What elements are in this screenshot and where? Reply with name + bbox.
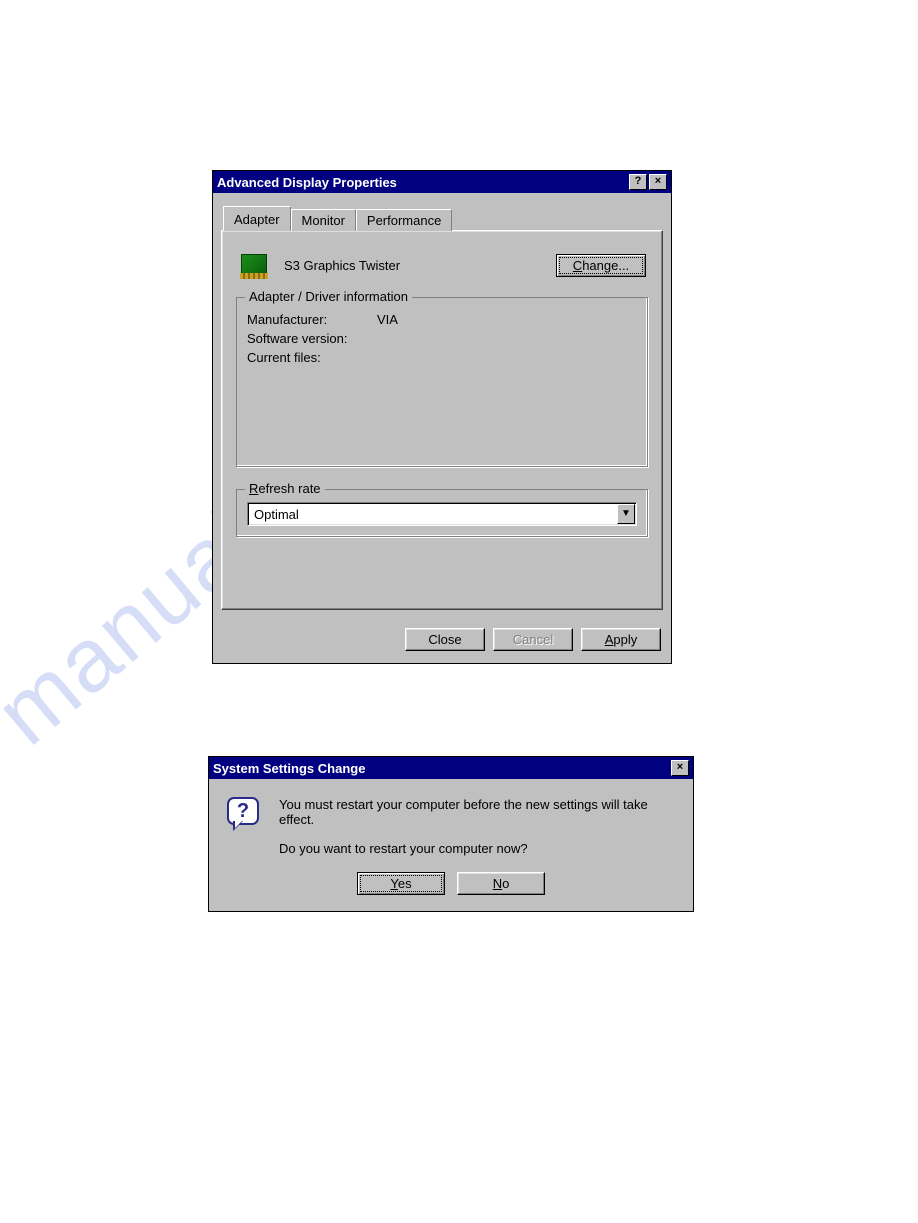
close-icon[interactable]: × (671, 760, 689, 776)
refresh-rate-legend: Refresh rate (245, 481, 325, 496)
adapter-name: S3 Graphics Twister (284, 258, 556, 273)
window-title: System Settings Change (213, 761, 365, 776)
group-legend: Adapter / Driver information (245, 289, 412, 304)
refresh-rate-combo[interactable]: Optimal ▼ (247, 502, 637, 526)
titlebar[interactable]: Advanced Display Properties ? × (213, 171, 671, 193)
advanced-display-properties-window: Advanced Display Properties ? × Adapter … (212, 170, 672, 664)
refresh-rate-value: Optimal (248, 507, 616, 522)
chevron-down-icon[interactable]: ▼ (617, 504, 635, 524)
message-action-bar: Yes No (209, 866, 693, 911)
system-settings-change-window: System Settings Change × ? You must rest… (208, 756, 694, 912)
no-button[interactable]: No (457, 872, 545, 895)
dialog-action-bar: Close Cancel Apply (213, 618, 671, 663)
titlebar[interactable]: System Settings Change × (209, 757, 693, 779)
tab-panel-adapter: S3 Graphics Twister Change... Adapter / … (221, 230, 663, 610)
message-line-1: You must restart your computer before th… (279, 797, 675, 827)
tab-adapter[interactable]: Adapter (223, 206, 291, 231)
question-icon: ? (227, 797, 263, 833)
close-button[interactable]: Close (405, 628, 485, 651)
apply-button[interactable]: Apply (581, 628, 661, 651)
yes-button[interactable]: Yes (357, 872, 445, 895)
cancel-button: Cancel (493, 628, 573, 651)
window-title: Advanced Display Properties (217, 175, 397, 190)
software-version-label: Software version: (247, 331, 377, 346)
message-line-2: Do you want to restart your computer now… (279, 841, 675, 856)
manufacturer-label: Manufacturer: (247, 312, 377, 327)
change-button[interactable]: Change... (556, 254, 646, 277)
manufacturer-value: VIA (377, 312, 398, 327)
adapter-driver-info-group: Adapter / Driver information Manufacture… (236, 297, 648, 467)
tab-performance[interactable]: Performance (356, 209, 452, 231)
close-icon[interactable]: × (649, 174, 667, 190)
adapter-chip-icon (238, 251, 270, 279)
current-files-label: Current files: (247, 350, 377, 365)
tab-monitor[interactable]: Monitor (291, 209, 356, 231)
tab-strip: Adapter Monitor Performance (221, 205, 663, 230)
help-button[interactable]: ? (629, 174, 647, 190)
refresh-rate-group: Refresh rate Optimal ▼ (236, 489, 648, 537)
